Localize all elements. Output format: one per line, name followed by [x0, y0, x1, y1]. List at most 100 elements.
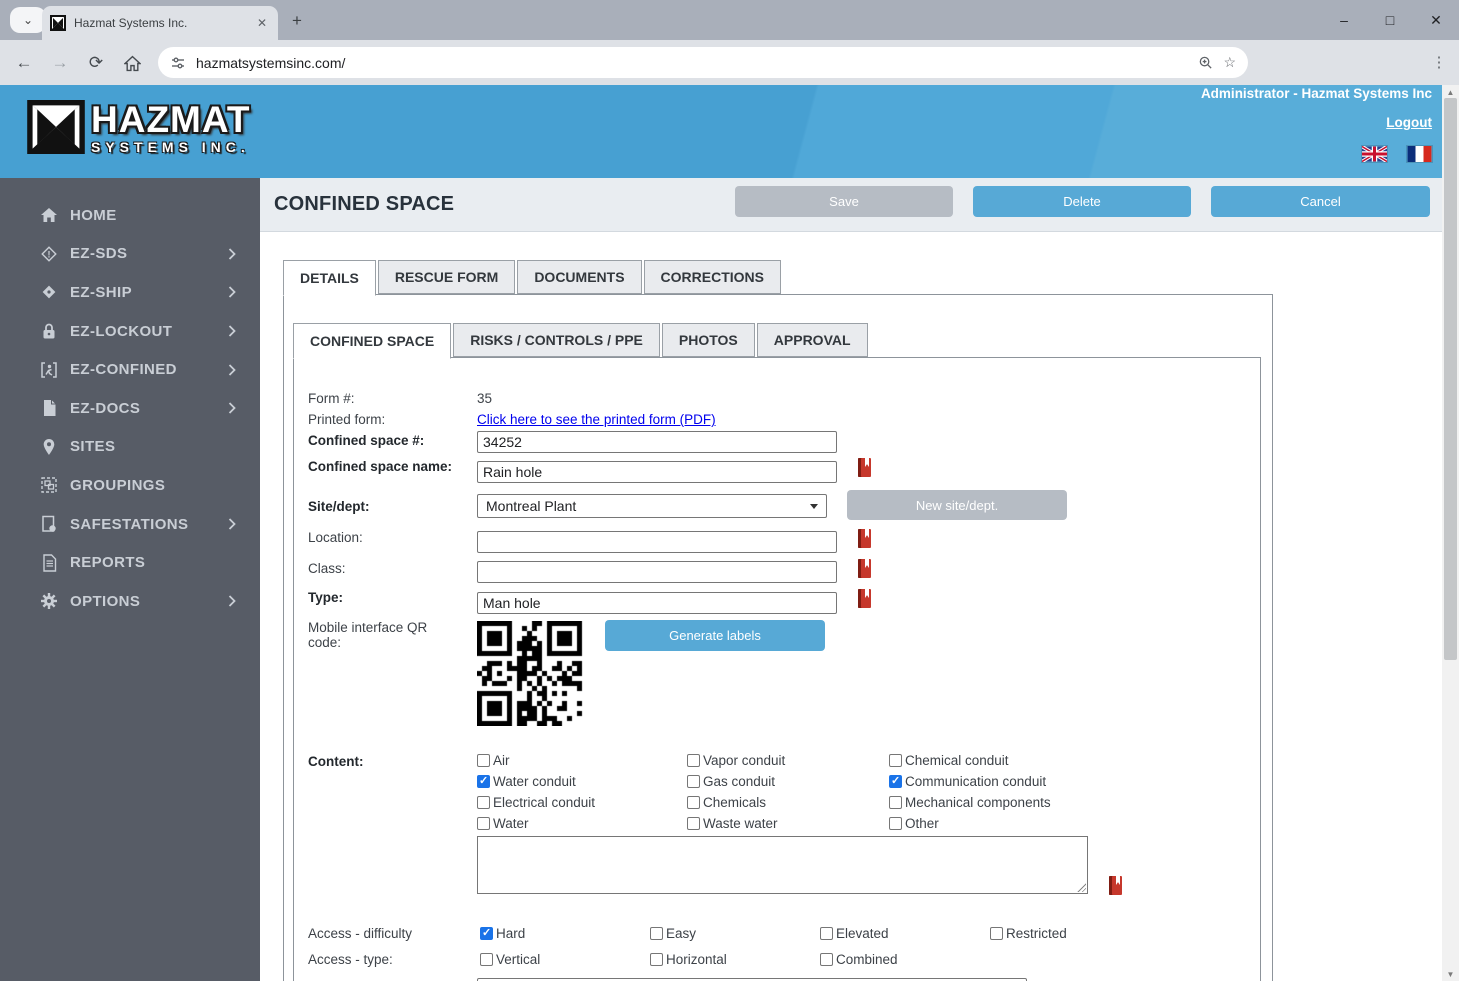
confined-space-name-input[interactable]: [477, 461, 837, 483]
checkbox-waste-water[interactable]: Waste water: [687, 816, 889, 831]
reload-icon[interactable]: ⟳: [82, 49, 110, 77]
sidebar-item-ez-lockout[interactable]: EZ-LOCKOUT: [0, 312, 260, 351]
document-icon: [38, 399, 60, 417]
checkbox-hard[interactable]: Hard: [480, 926, 650, 941]
checkbox-elevated[interactable]: Elevated: [820, 926, 990, 941]
site-settings-icon[interactable]: [170, 55, 186, 71]
checkbox-water[interactable]: Water: [477, 816, 687, 831]
generate-labels-button[interactable]: Generate labels: [605, 620, 825, 651]
translation-marker-icon[interactable]: [858, 589, 871, 608]
unchecked-checkbox-icon: [889, 817, 902, 830]
logout-link[interactable]: Logout: [1386, 115, 1432, 130]
translation-marker-icon[interactable]: [1109, 876, 1122, 895]
sub-tab-photos[interactable]: PHOTOS: [662, 323, 755, 357]
checked-checkbox-icon: [480, 927, 493, 940]
scrollbar-thumb[interactable]: [1444, 98, 1457, 660]
uk-flag-icon[interactable]: [1362, 146, 1387, 162]
location-input[interactable]: [477, 531, 837, 553]
main-tab-corrections[interactable]: CORRECTIONS: [644, 260, 781, 294]
safestation-icon: [38, 515, 60, 533]
form-number-label: Form #:: [308, 391, 355, 406]
class-input[interactable]: [477, 561, 837, 583]
checkbox-communication-conduit[interactable]: Communication conduit: [889, 774, 1129, 789]
minimize-icon[interactable]: –: [1321, 0, 1367, 40]
type-input[interactable]: [477, 592, 837, 614]
main-tab-documents[interactable]: DOCUMENTS: [517, 260, 641, 294]
sidebar-item-sites[interactable]: SITES: [0, 428, 260, 467]
sidebar-item-home[interactable]: HOME: [0, 196, 260, 235]
france-flag-icon[interactable]: [1407, 146, 1432, 162]
sidebar-item-options[interactable]: OPTIONS: [0, 582, 260, 621]
sidebar-item-reports[interactable]: REPORTS: [0, 543, 260, 582]
checkbox-vapor-conduit[interactable]: Vapor conduit: [687, 753, 889, 768]
unchecked-checkbox-icon: [820, 953, 833, 966]
page-scrollbar[interactable]: ▲ ▼: [1442, 85, 1459, 981]
close-icon[interactable]: ✕: [1413, 0, 1459, 40]
sidebar-item-ez-confined[interactable]: EZ-CONFINED: [0, 350, 260, 389]
translation-marker-icon[interactable]: [858, 529, 871, 548]
sidebar-item-ez-ship[interactable]: EZ-SHIP: [0, 273, 260, 312]
hazmat-logo[interactable]: HAZMAT SYSTEMS INC.: [27, 100, 250, 154]
tab-search-chevron-icon[interactable]: ⌄: [10, 7, 46, 33]
browser-toolbar: ← → ⟳ hazmatsystemsinc.com/ ☆ ⋮: [0, 40, 1459, 85]
forward-icon[interactable]: →: [46, 49, 74, 77]
scroll-down-icon[interactable]: ▼: [1442, 967, 1459, 981]
unchecked-checkbox-icon: [477, 754, 490, 767]
sub-tab-bar: CONFINED SPACERISKS / CONTROLS / PPEPHOT…: [293, 323, 868, 359]
checkbox-chemical-conduit[interactable]: Chemical conduit: [889, 753, 1129, 768]
confined-space-number-input[interactable]: [477, 431, 837, 453]
scroll-up-icon[interactable]: ▲: [1442, 85, 1459, 99]
new-site-dept-button[interactable]: New site/dept.: [847, 490, 1067, 520]
checkbox-other[interactable]: Other: [889, 816, 1129, 831]
sub-tab-confined-space[interactable]: CONFINED SPACE: [293, 323, 451, 359]
checkbox-water-conduit[interactable]: Water conduit: [477, 774, 687, 789]
checkbox-electrical-conduit[interactable]: Electrical conduit: [477, 795, 687, 810]
bookmark-star-icon[interactable]: ☆: [1223, 54, 1236, 71]
report-icon: [38, 554, 60, 572]
printed-form-link[interactable]: Click here to see the printed form (PDF): [477, 412, 716, 427]
home-icon[interactable]: [118, 49, 146, 77]
checkbox-air[interactable]: Air: [477, 753, 687, 768]
chevron-right-icon: [228, 402, 238, 414]
url-text[interactable]: hazmatsystemsinc.com/: [196, 55, 1188, 71]
content-notes-textarea[interactable]: [477, 836, 1088, 894]
checkbox-restricted[interactable]: Restricted: [990, 926, 1160, 941]
checkbox-gas-conduit[interactable]: Gas conduit: [687, 774, 889, 789]
site-dept-select[interactable]: Montreal Plant: [477, 494, 827, 518]
diamond-icon: [38, 283, 60, 301]
logo-text-secondary: SYSTEMS INC.: [91, 140, 250, 154]
menu-dots-icon[interactable]: ⋮: [1427, 50, 1451, 74]
maximize-icon[interactable]: □: [1367, 0, 1413, 40]
checkbox-combined[interactable]: Combined: [820, 952, 990, 967]
url-bar[interactable]: hazmatsystemsinc.com/ ☆: [158, 47, 1248, 78]
save-button[interactable]: Save: [735, 186, 953, 217]
sidebar-item-groupings[interactable]: GROUPINGS: [0, 466, 260, 505]
delete-button[interactable]: Delete: [973, 186, 1191, 217]
checkbox-chemicals[interactable]: Chemicals: [687, 795, 889, 810]
checkbox-vertical[interactable]: Vertical: [480, 952, 650, 967]
main-tab-details[interactable]: DETAILS: [283, 260, 376, 296]
sub-tab-approval[interactable]: APPROVAL: [757, 323, 868, 357]
cancel-button[interactable]: Cancel: [1211, 186, 1430, 217]
tab-close-icon[interactable]: ✕: [254, 15, 270, 31]
browser-tab[interactable]: Hazmat Systems Inc. ✕: [42, 6, 278, 40]
access-type-label: Access - type:: [308, 952, 393, 967]
back-icon[interactable]: ←: [10, 49, 38, 77]
content-label: Content:: [308, 754, 363, 769]
logo-text-primary: HAZMAT: [91, 101, 250, 138]
new-tab-icon[interactable]: +: [286, 10, 308, 32]
gear-icon: [38, 592, 60, 610]
translation-marker-icon[interactable]: [858, 559, 871, 578]
zoom-icon[interactable]: [1198, 55, 1213, 70]
checkbox-horizontal[interactable]: Horizontal: [650, 952, 820, 967]
checkbox-easy[interactable]: Easy: [650, 926, 820, 941]
sidebar-item-safestations[interactable]: SAFESTATIONS: [0, 505, 260, 544]
sub-tab-risks-controls-ppe[interactable]: RISKS / CONTROLS / PPE: [453, 323, 660, 357]
translation-marker-icon[interactable]: [858, 458, 871, 477]
sidebar-item-ez-sds[interactable]: ! EZ-SDS: [0, 235, 260, 274]
sidebar-item-ez-docs[interactable]: EZ-DOCS: [0, 389, 260, 428]
checkbox-mechanical-components[interactable]: Mechanical components: [889, 795, 1129, 810]
confined-space-number-label: Confined space #:: [308, 433, 424, 448]
unchecked-checkbox-icon: [650, 953, 663, 966]
main-tab-rescue-form[interactable]: RESCUE FORM: [378, 260, 515, 294]
